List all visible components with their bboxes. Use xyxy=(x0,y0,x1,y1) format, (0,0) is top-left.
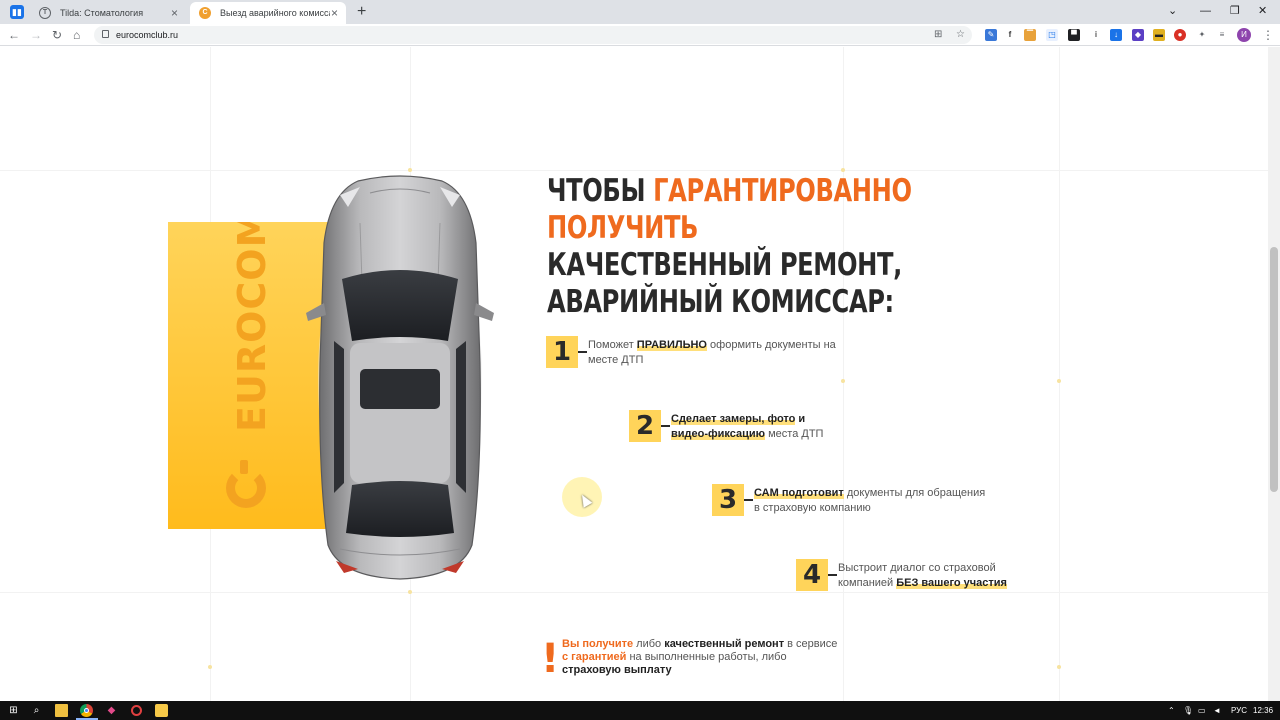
bookmark-star-icon[interactable]: ☆ xyxy=(956,26,965,44)
grid-dot xyxy=(1057,665,1061,669)
step-dash xyxy=(578,351,587,353)
scrollbar-thumb[interactable] xyxy=(1270,247,1278,492)
address-bar[interactable]: eurocomclub.ru ⊞ ☆ xyxy=(94,26,972,44)
step-number: 1 xyxy=(552,337,572,367)
grid-dot xyxy=(208,665,212,669)
section-heading: ЧТОБЫ ГАРАНТИРОВАННО ПОЛУЧИТЬ КАЧЕСТВЕНН… xyxy=(547,173,921,321)
step-dash xyxy=(661,425,670,427)
grid-line xyxy=(0,592,1268,593)
language-indicator[interactable]: РУС xyxy=(1231,704,1247,717)
grid-dot xyxy=(841,379,845,383)
tab-title: Выезд аварийного комиссара п xyxy=(220,8,330,18)
taskbar-search-icon[interactable]: ⌕ xyxy=(30,704,43,717)
browser-tab-strip: ▮▮ T Tilda: Стоматология × C Выезд авари… xyxy=(0,0,1280,24)
extensions-puzzle-icon[interactable]: ✦ xyxy=(1196,29,1208,41)
home-icon[interactable]: ⌂ xyxy=(73,26,80,44)
tray-chevron-icon[interactable]: ⌃ xyxy=(1168,704,1175,717)
screen-recorder-icon[interactable] xyxy=(130,704,143,717)
step-text: САМ подготовит документы для обращения в… xyxy=(754,487,986,514)
grid-dot xyxy=(408,590,412,594)
note-text: Вы получите либо качественный ремонт в с… xyxy=(562,638,838,676)
tilda-icon: T xyxy=(39,7,51,19)
reload-icon[interactable]: ↻ xyxy=(52,26,62,44)
heading-part1: ЧТОБЫ xyxy=(547,173,654,209)
step-number: 2 xyxy=(635,411,655,441)
microphone-icon[interactable]: 🎙 xyxy=(1183,704,1193,717)
window-close-button[interactable]: ✕ xyxy=(1258,2,1267,20)
extension-info-icon[interactable]: i xyxy=(1090,29,1102,41)
tab-eurocom[interactable]: C Выезд аварийного комиссара п × xyxy=(190,2,346,24)
step-text: Поможет ПРАВИЛЬНО оформить документы на … xyxy=(588,339,836,366)
tab-tilda[interactable]: T Tilda: Стоматология × xyxy=(30,2,186,24)
extension-formula-icon[interactable]: f xyxy=(1004,29,1016,41)
extension-download-icon[interactable]: ↓ xyxy=(1110,29,1122,41)
translate-icon[interactable]: ⊞ xyxy=(934,26,942,44)
chrome-icon[interactable] xyxy=(80,704,93,717)
step-number: 4 xyxy=(802,560,822,590)
tab-title: Tilda: Стоматология xyxy=(60,8,144,18)
grid-line xyxy=(843,47,844,701)
figma-icon[interactable]: ◆ xyxy=(105,704,118,717)
url-text[interactable]: eurocomclub.ru xyxy=(116,26,178,44)
eurocom-logo-icon xyxy=(226,468,266,508)
network-icon[interactable]: ▭ xyxy=(1198,704,1206,717)
forward-icon[interactable]: → xyxy=(30,26,42,44)
car-top-view-image xyxy=(306,175,494,580)
close-icon[interactable]: × xyxy=(171,2,178,24)
sticky-notes-icon[interactable] xyxy=(155,704,168,717)
volume-icon[interactable]: ◄ xyxy=(1213,704,1221,717)
step-number: 3 xyxy=(718,485,738,515)
tab-search-dropdown-icon[interactable]: ⌄ xyxy=(1168,2,1177,20)
profile-avatar[interactable]: И xyxy=(1237,28,1251,42)
close-icon[interactable]: × xyxy=(331,2,338,24)
minimize-button[interactable]: — xyxy=(1200,2,1211,20)
eurocom-favicon: C xyxy=(199,7,211,19)
step-dash xyxy=(744,499,753,501)
extension-pen-icon[interactable]: ✎ xyxy=(985,29,997,41)
step-text: Сделает замеры, фото и видео-фиксацию ме… xyxy=(671,413,824,440)
grid-dot xyxy=(1057,379,1061,383)
file-explorer-icon[interactable] xyxy=(55,704,68,717)
new-tab-button[interactable]: + xyxy=(357,2,366,22)
eurocom-logo-bar xyxy=(240,460,248,474)
extension-ruler-icon[interactable]: ▔ xyxy=(1024,29,1036,41)
clock[interactable]: 12:36 xyxy=(1253,704,1273,717)
lock-icon xyxy=(102,30,109,38)
extension-adblock-icon[interactable]: ● xyxy=(1174,29,1186,41)
extension-tag-icon[interactable]: ▬ xyxy=(1153,29,1165,41)
browser-toolbar: ← → ↻ ⌂ eurocomclub.ru ⊞ ☆ ✎ f ▔ ◳ ▀ i ↓… xyxy=(0,24,1280,46)
extension-scan-icon[interactable]: ◳ xyxy=(1046,29,1058,41)
brand-name: EUROCOM xyxy=(230,222,274,432)
windows-taskbar: ⊞ ⌕ ◆ ⌃ 🎙 ▭ ◄ РУС 12:36 xyxy=(0,701,1280,720)
grid-dot xyxy=(841,168,845,172)
back-icon[interactable]: ← xyxy=(8,26,20,44)
step-text: Выстроит диалог со страховой компанией Б… xyxy=(838,562,1007,589)
playlist-icon[interactable]: ≡ xyxy=(1216,29,1228,41)
grid-dot xyxy=(408,168,412,172)
windows-start-icon[interactable]: ⊞ xyxy=(7,704,20,717)
page-scrollbar[interactable] xyxy=(1268,47,1280,701)
extension-store-icon[interactable]: ▀ xyxy=(1068,29,1080,41)
grid-line xyxy=(1059,47,1060,701)
grid-line xyxy=(0,170,1268,171)
extension-badge-icon[interactable]: ◆ xyxy=(1132,29,1144,41)
restore-button[interactable]: ❐ xyxy=(1230,2,1240,20)
heading-part2: КАЧЕСТВЕННЫЙ РЕМОНТ, АВАРИЙНЫЙ КОМИССАР: xyxy=(547,247,902,320)
step-dash xyxy=(828,574,837,576)
exclamation-icon: ! xyxy=(541,636,560,682)
tab-search-icon[interactable]: ▮▮ xyxy=(10,5,24,19)
web-page: EUROCOM ЧТОБЫ ГАРАНТИРОВАННО ПОЛУЧИТЬ КА… xyxy=(0,47,1268,701)
menu-kebab-icon[interactable]: ⋮ xyxy=(1262,26,1274,44)
